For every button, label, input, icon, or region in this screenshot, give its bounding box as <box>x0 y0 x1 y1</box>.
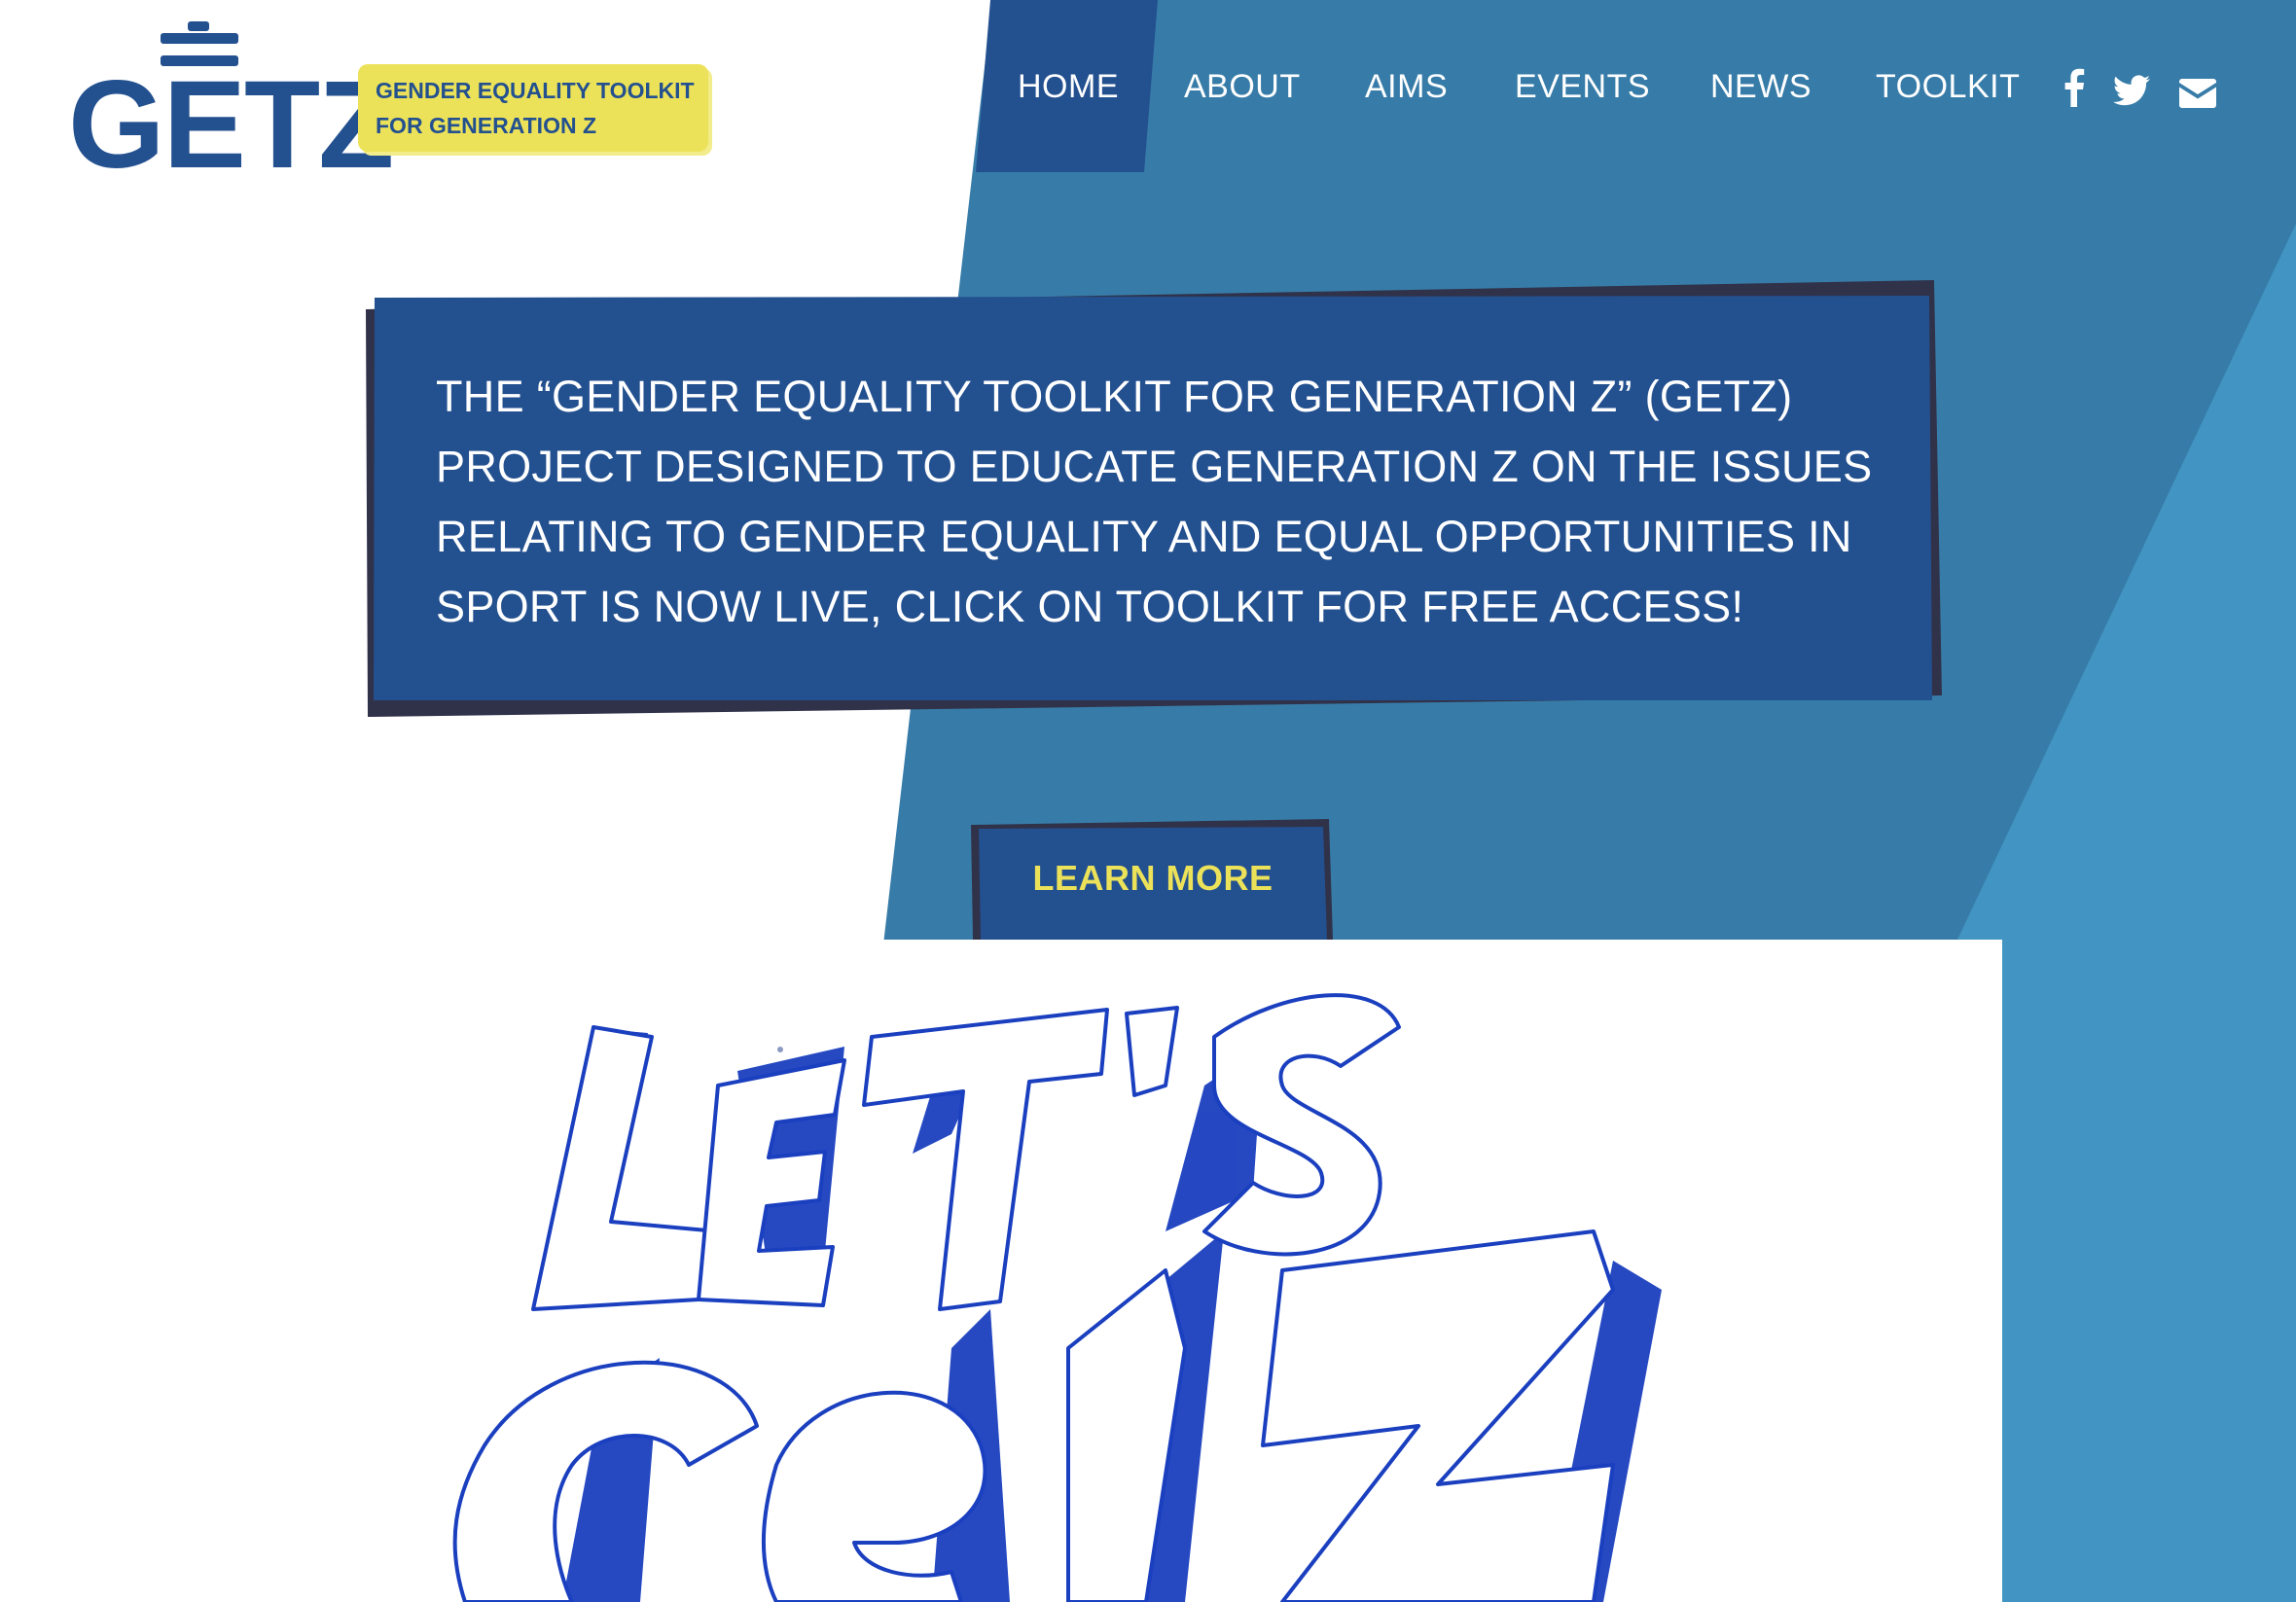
nav-toolkit[interactable]: TOOLKIT <box>1876 68 2020 106</box>
announcement-line-4: SPORT IS NOW LIVE, CLICK ON TOOLKIT FOR … <box>436 582 1744 631</box>
tagline-line-1: GENDER EQUALITY TOOLKIT <box>376 78 695 103</box>
announcement-line-2: PROJECT DESIGNED TO EDUCATE GENERATION Z… <box>436 442 1873 491</box>
announcement-text: THE “GENDER EQUALITY TOOLKIT FOR GENERAT… <box>436 362 1895 642</box>
nav-aims[interactable]: AIMS <box>1365 68 1448 106</box>
nav-home[interactable]: HOME <box>1018 68 1119 106</box>
announcement-line-3: RELATING TO GENDER EQUALITY AND EQUAL OP… <box>436 512 1852 561</box>
facebook-icon[interactable] <box>2061 68 2086 107</box>
lets-getz-illustration <box>452 993 1662 1602</box>
learn-more-button[interactable]: LEARN MORE <box>977 858 1329 907</box>
logo-wordmark: GETZ <box>68 55 394 195</box>
announcement-line-1: THE “GENDER EQUALITY TOOLKIT FOR GENERAT… <box>436 372 1793 421</box>
nav-news[interactable]: NEWS <box>1710 68 1812 106</box>
tagline-badge: GENDER EQUALITY TOOLKIT FOR GENERATION Z <box>358 64 708 152</box>
page: GETZ GENDER EQUALITY TOOLKIT FOR GENERAT… <box>0 0 2296 1602</box>
nav-about[interactable]: ABOUT <box>1184 68 1301 106</box>
ink-dot <box>777 1047 783 1052</box>
getz-logo[interactable]: GETZ <box>68 21 394 188</box>
lets-getz-artwork <box>407 940 2002 1602</box>
email-icon[interactable] <box>2179 74 2216 113</box>
twitter-icon[interactable] <box>2113 71 2150 110</box>
tagline-line-2: FOR GENERATION Z <box>376 113 597 138</box>
nav-events[interactable]: EVENTS <box>1515 68 1650 106</box>
